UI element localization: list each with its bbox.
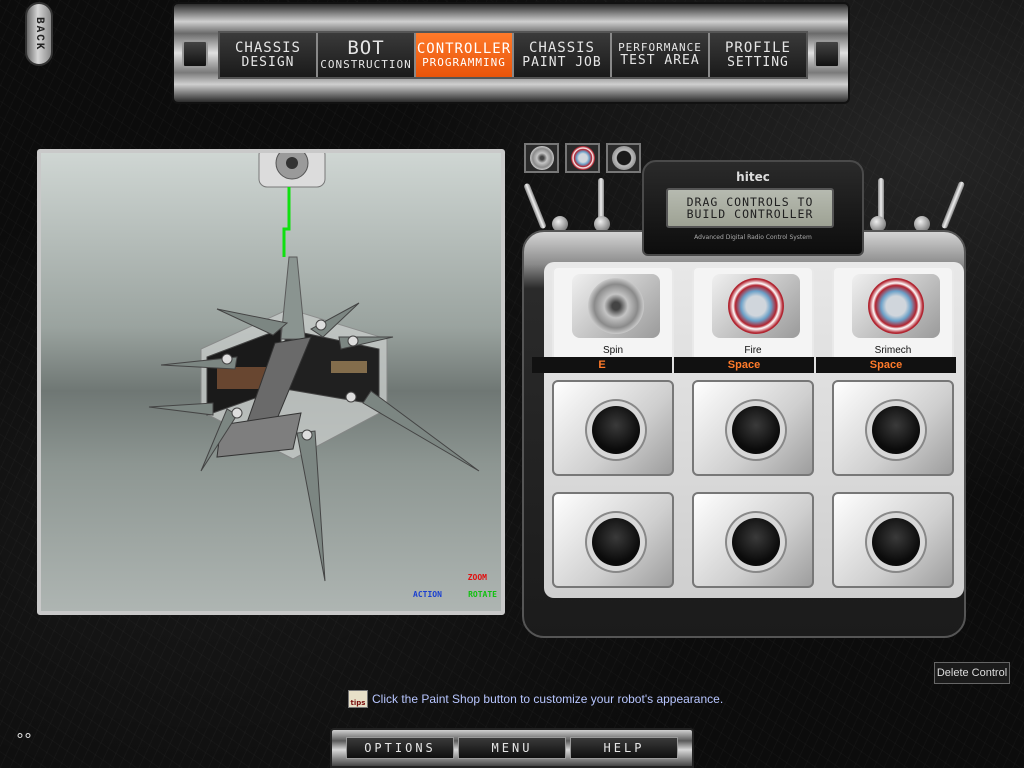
srimech-disc-icon [868,278,924,334]
socket-disc-icon [611,146,636,170]
srimech-control-device[interactable] [852,274,940,338]
nav-tab-strip: CHASSIS DESIGN BOT CONSTRUCTION CONTROLL… [218,31,808,79]
spin-disc-icon [529,146,554,170]
fire-disc-icon [570,146,595,170]
nav-left-bolt [182,40,208,68]
control-name: Fire [744,345,762,356]
rotate-axis-line [282,187,291,257]
fire-disc-icon [728,278,784,334]
legend-zoom: ZOOM [467,573,487,582]
slot-socket-icon [732,518,780,566]
radio-controller: hitec DRAG CONTROLS TO BUILD CONTROLLER … [514,160,974,638]
tab-profile-setting[interactable]: PROFILE SETTING [710,33,806,77]
lcd-line-2: BUILD CONTROLLER [686,207,814,221]
key-binding-fire[interactable]: Space [674,357,814,373]
nav-right-bolt [814,40,840,68]
controller-display-housing: hitec DRAG CONTROLS TO BUILD CONTROLLER … [642,160,864,256]
robot-3d-viewport[interactable]: ZOOM ACTION ROTATE [37,149,505,615]
tab-chassis-design[interactable]: CHASSIS DESIGN [220,33,318,77]
palette-spin-control[interactable] [524,143,559,173]
controller-subtitle: Advanced Digital Radio Control System [694,234,812,241]
tab-chassis-paint-job[interactable]: CHASSIS PAINT JOB [514,33,612,77]
control-slot-spin[interactable]: Spin [552,266,674,362]
key-binding-srimech[interactable]: Space [816,357,956,373]
control-name: Spin [602,345,623,356]
spin-disc-icon [588,278,644,334]
tips-icon: tips [348,690,368,708]
left-antenna [523,182,547,230]
lcd-display: DRAG CONTROLS TO BUILD CONTROLLER [666,188,834,228]
empty-control-slot[interactable] [832,380,954,476]
slot-socket-icon [732,406,780,454]
bottom-menu-bar: OPTIONS MENU HELP [330,728,694,768]
cursor-icon: °° [16,730,32,749]
view-controls-legend: ZOOM ACTION ROTATE [413,573,497,601]
tip-bar: tips Click the Paint Shop button to cust… [348,690,723,708]
tip-text: Click the Paint Shop button to customize… [372,692,724,706]
palette-empty-control[interactable] [606,143,641,173]
empty-control-slot[interactable] [552,380,674,476]
control-slot-fire[interactable]: Fire [692,266,814,362]
slot-socket-icon [872,518,920,566]
delete-control-button[interactable]: Delete Control [934,662,1010,684]
slot-socket-icon [592,518,640,566]
right-antenna [940,180,966,230]
legend-action: ACTION [413,590,442,599]
back-button[interactable]: BACK [25,2,53,66]
attached-spin-controller-icon [258,153,326,188]
tab-controller-programming[interactable]: CONTROLLER PROGRAMMING [416,33,514,77]
options-button[interactable]: OPTIONS [346,737,454,759]
help-button[interactable]: HELP [570,737,678,759]
spin-control-device[interactable] [572,274,660,338]
control-slot-srimech[interactable]: Srimech [832,266,954,362]
empty-control-slot[interactable] [552,492,674,588]
brand-label: hitec [736,170,770,184]
robot-model[interactable] [41,153,501,611]
tab-bot-construction[interactable]: BOT CONSTRUCTION [318,33,416,77]
top-navigation: CHASSIS DESIGN BOT CONSTRUCTION CONTROLL… [172,2,850,104]
control-slot-grid: Spin Fire Srimech [544,262,964,598]
slot-socket-icon [592,406,640,454]
empty-control-slot[interactable] [832,492,954,588]
fire-control-device[interactable] [712,274,800,338]
key-binding-row: E Space Space [532,357,956,373]
menu-button[interactable]: MENU [458,737,566,759]
tab-performance-test-area[interactable]: PERFORMANCE TEST AREA [612,33,710,77]
empty-control-slot[interactable] [692,492,814,588]
palette-fire-control[interactable] [565,143,600,173]
slot-socket-icon [872,406,920,454]
key-binding-spin[interactable]: E [532,357,672,373]
back-label: BACK [33,16,45,52]
legend-rotate: ROTATE [468,590,497,599]
empty-control-slot[interactable] [692,380,814,476]
control-name: Srimech [874,345,912,356]
control-palette [524,143,641,173]
